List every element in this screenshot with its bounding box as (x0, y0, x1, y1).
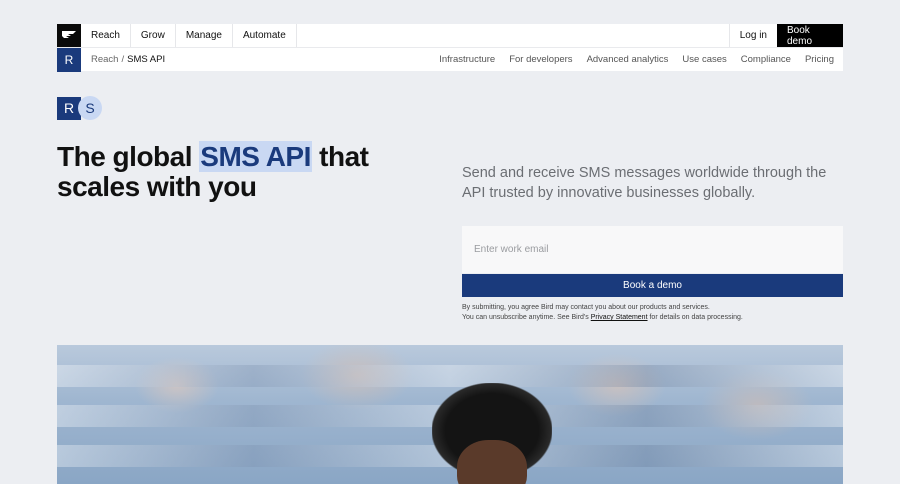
top-nav-bar: Reach Grow Manage Automate Log in Book d… (57, 24, 843, 47)
email-field[interactable] (462, 226, 843, 273)
privacy-statement-link[interactable]: Privacy Statement (591, 314, 648, 321)
subnav-advanced-analytics[interactable]: Advanced analytics (587, 54, 669, 65)
sms-circle-icon: S (78, 96, 102, 120)
top-actions: Log in Book demo (728, 24, 843, 47)
subnav-infrastructure[interactable]: Infrastructure (439, 54, 495, 65)
nav-item-reach[interactable]: Reach (81, 24, 131, 47)
product-subnav: Infrastructure For developers Advanced a… (439, 54, 843, 65)
hero-image (57, 345, 843, 484)
disclaimer-line-1: By submitting, you agree Bird may contac… (462, 304, 710, 311)
breadcrumb-separator: / (121, 54, 125, 65)
login-link[interactable]: Log in (728, 24, 777, 47)
title-before: The global (57, 141, 200, 172)
product-icons: R S (57, 96, 102, 120)
subnav-for-developers[interactable]: For developers (509, 54, 572, 65)
breadcrumb-parent[interactable]: Reach (91, 54, 118, 65)
nav-item-manage[interactable]: Manage (176, 24, 233, 47)
bird-logo-icon[interactable] (57, 24, 81, 47)
consent-disclaimer: By submitting, you agree Bird may contac… (462, 303, 843, 323)
nav-item-automate[interactable]: Automate (233, 24, 297, 47)
breadcrumb: Reach / SMS API (91, 54, 165, 65)
page-title: The global SMS API that scales with you (57, 141, 447, 202)
title-highlight: SMS API (199, 141, 312, 172)
person-face (457, 440, 527, 484)
disclaimer-text: You can unsubscribe anytime. See Bird's (462, 314, 591, 321)
subnav-compliance[interactable]: Compliance (741, 54, 791, 65)
sub-nav-bar: R Reach / SMS API Infrastructure For dev… (57, 47, 843, 72)
disclaimer-line-2: You can unsubscribe anytime. See Bird's … (462, 313, 843, 323)
breadcrumb-current: SMS API (127, 54, 166, 65)
disclaimer-text-end: for details on data processing. (647, 314, 743, 321)
book-a-demo-button[interactable]: Book a demo (462, 274, 843, 297)
main-nav: Reach Grow Manage Automate (81, 24, 297, 47)
nav-item-grow[interactable]: Grow (131, 24, 176, 47)
subnav-pricing[interactable]: Pricing (805, 54, 834, 65)
book-demo-button[interactable]: Book demo (777, 24, 843, 47)
subnav-use-cases[interactable]: Use cases (682, 54, 726, 65)
hero-description: Send and receive SMS messages worldwide … (462, 165, 827, 201)
reach-badge: R (57, 47, 81, 72)
